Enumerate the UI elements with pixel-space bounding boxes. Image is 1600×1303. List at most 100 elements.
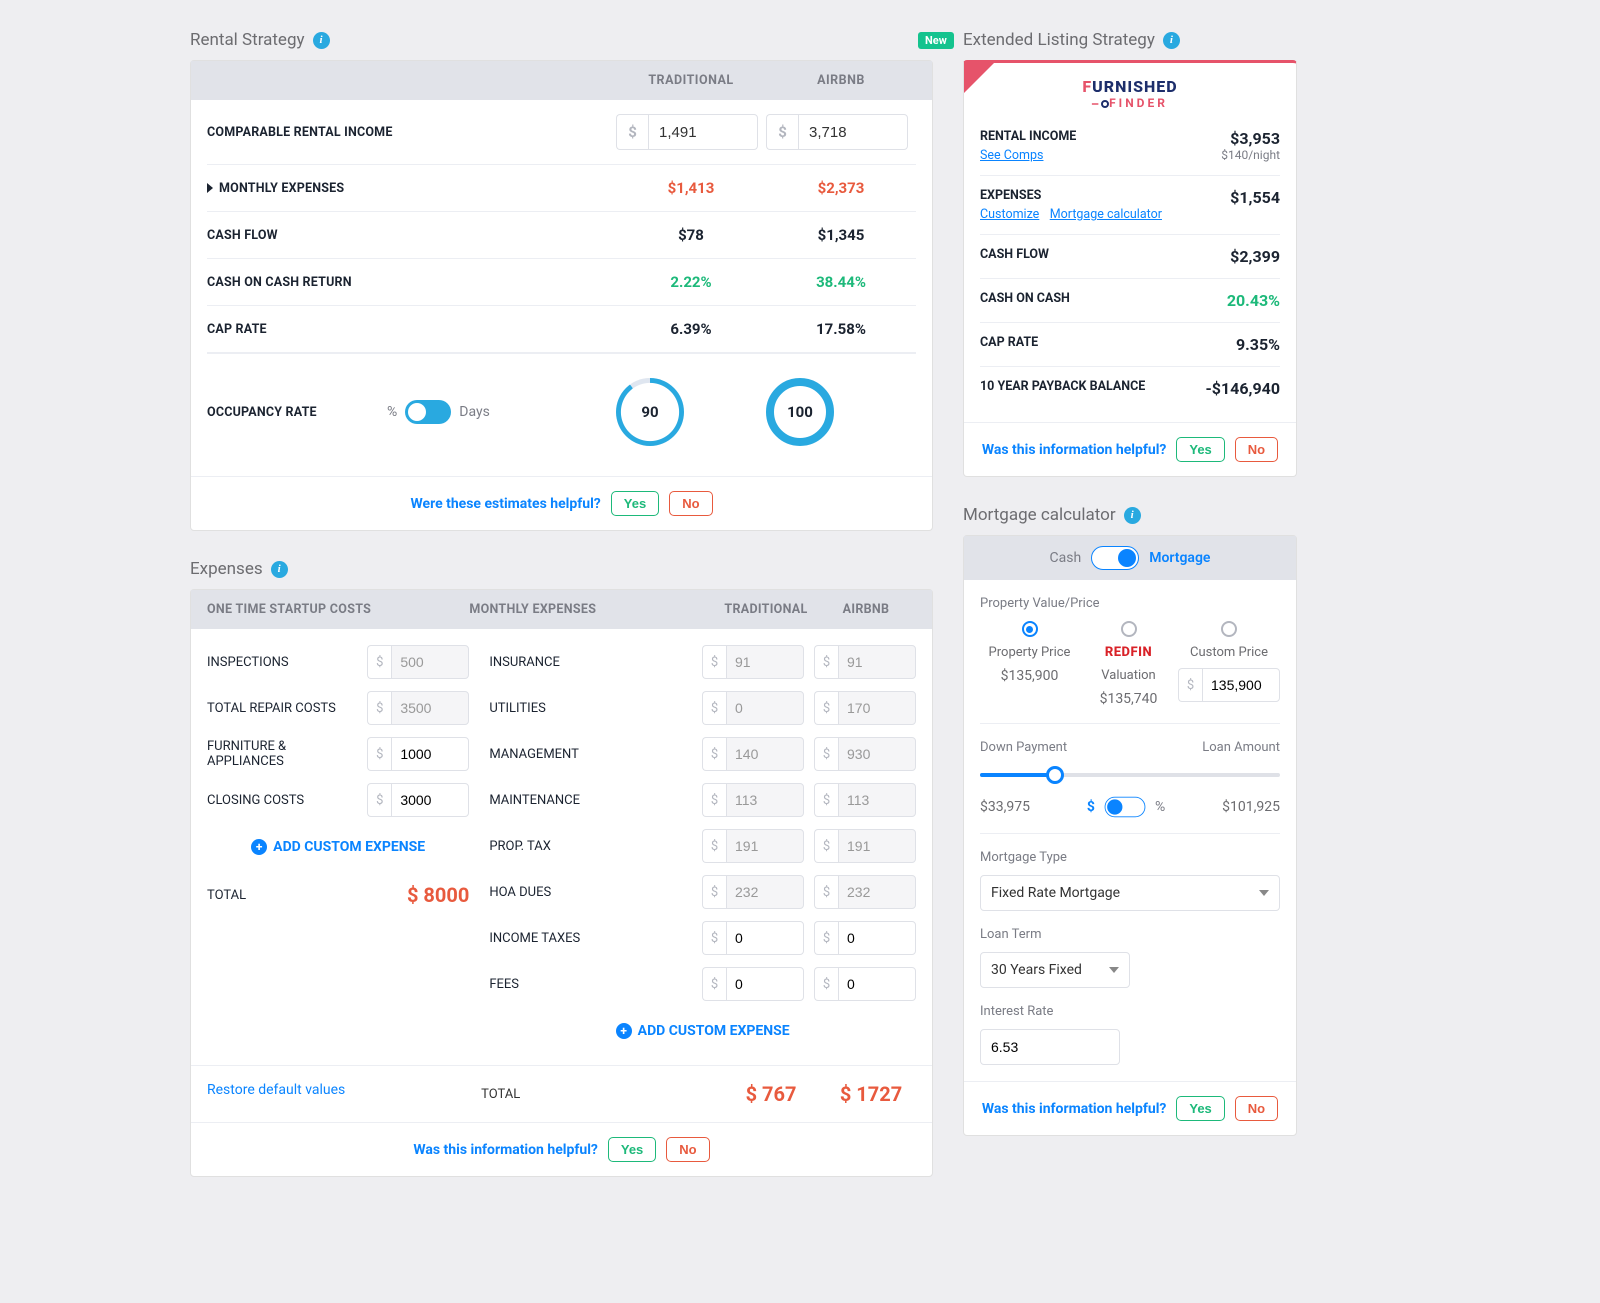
add-custom-expense-button[interactable]: +ADD CUSTOM EXPENSE xyxy=(489,1013,916,1049)
no-button[interactable]: No xyxy=(666,1137,709,1162)
row-value: -$146,940 xyxy=(1206,379,1281,398)
cash-option[interactable]: Cash xyxy=(1050,550,1082,566)
plus-icon: + xyxy=(251,839,267,855)
row-label: CASH ON CASH xyxy=(980,291,1070,310)
yes-button[interactable]: Yes xyxy=(1176,1096,1224,1121)
row-label: EXPENSES xyxy=(980,188,1162,203)
corner-decoration xyxy=(964,63,994,93)
cell: $1,413 xyxy=(616,179,766,197)
currency-prefix: $ xyxy=(702,737,726,771)
caret-right-icon xyxy=(207,183,213,193)
feedback-question: Was this information helpful? xyxy=(982,442,1167,458)
startup-item-input xyxy=(391,645,469,679)
monthly-item-label: INSURANCE xyxy=(489,655,692,670)
startup-item-input[interactable] xyxy=(391,783,469,817)
monthly-trad-input xyxy=(726,783,804,817)
dp-unit-toggle[interactable] xyxy=(1105,797,1146,817)
plus-icon: + xyxy=(616,1023,632,1039)
mortgage-type-select[interactable]: Fixed Rate Mortgage xyxy=(980,875,1280,911)
mortgage-type-value: Fixed Rate Mortgage xyxy=(991,885,1120,901)
furnished-finder-logo: FURNISHED xyxy=(964,77,1296,96)
row-label-expenses[interactable]: MONTHLY EXPENSES xyxy=(207,181,616,196)
info-icon[interactable]: i xyxy=(313,32,330,49)
mortgage-option[interactable]: Mortgage xyxy=(1149,550,1210,566)
yes-button[interactable]: Yes xyxy=(1176,437,1224,462)
cell: 38.44% xyxy=(766,273,916,291)
mortgage-calc-link[interactable]: Mortgage calculator xyxy=(1050,207,1162,222)
no-button[interactable]: No xyxy=(1235,1096,1278,1121)
info-icon[interactable]: i xyxy=(1163,32,1180,49)
info-icon[interactable]: i xyxy=(1124,507,1141,524)
expenses-card: ONE TIME STARTUP COSTS MONTHLY EXPENSES … xyxy=(190,589,933,1177)
currency-prefix: $ xyxy=(367,691,391,725)
currency-prefix: $ xyxy=(702,645,726,679)
traditional-income-input[interactable] xyxy=(648,114,758,150)
radio-label: Custom Price xyxy=(1190,645,1268,660)
monthly-trad-input xyxy=(726,691,804,725)
monthly-trad-input xyxy=(726,737,804,771)
unit-percent: % xyxy=(387,404,397,420)
restore-defaults-link[interactable]: Restore default values xyxy=(191,1066,465,1114)
radio-value: $135,740 xyxy=(1100,691,1158,707)
currency-prefix: $ xyxy=(702,783,726,817)
loan-term-select[interactable]: 30 Years Fixed xyxy=(980,952,1130,988)
extended-title: Extended Listing Strategy xyxy=(963,30,1155,50)
monthly-trad-input[interactable] xyxy=(726,967,804,1001)
feedback-question: Were these estimates helpful? xyxy=(410,496,600,512)
radio-label: Property Price xyxy=(989,645,1071,660)
startup-item-label: CLOSING COSTS xyxy=(207,793,357,808)
yes-button[interactable]: Yes xyxy=(608,1137,656,1162)
startup-item-label: FURNITURE & APPLIANCES xyxy=(207,739,357,769)
currency-prefix: $ xyxy=(702,829,726,863)
monthly-bnb-input xyxy=(838,645,916,679)
down-payment-slider[interactable] xyxy=(980,761,1280,789)
expenses-title: Expenses xyxy=(190,559,263,579)
currency-prefix: $ xyxy=(367,737,391,771)
yes-button[interactable]: Yes xyxy=(611,491,659,516)
monthly-trad-input[interactable] xyxy=(726,921,804,955)
airbnb-income-input[interactable] xyxy=(798,114,908,150)
radio-property-price[interactable] xyxy=(1022,621,1038,637)
monthly-bnb-input xyxy=(838,829,916,863)
startup-item-input[interactable] xyxy=(391,737,469,771)
cash-mortgage-toggle[interactable] xyxy=(1091,546,1139,570)
row-label: CAP RATE xyxy=(980,335,1038,354)
monthly-item-label: PROP. TAX xyxy=(489,839,692,854)
monthly-trad-input xyxy=(726,829,804,863)
rental-strategy-card: TRADITIONAL AIRBNB COMPARABLE RENTAL INC… xyxy=(190,60,933,531)
startup-item-input xyxy=(391,691,469,725)
add-custom-expense-button[interactable]: +ADD CUSTOM EXPENSE xyxy=(207,829,469,865)
monthly-bnb-input[interactable] xyxy=(838,967,916,1001)
row-subvalue: $140/night xyxy=(1221,148,1280,162)
interest-rate-input[interactable] xyxy=(980,1029,1120,1065)
occupancy-unit-toggle[interactable] xyxy=(405,400,451,424)
radio-redfin[interactable] xyxy=(1121,621,1137,637)
monthly-item-label: INCOME TAXES xyxy=(489,931,692,946)
no-button[interactable]: No xyxy=(1235,437,1278,462)
radio-value: $135,900 xyxy=(1001,668,1059,684)
occupancy-dial-traditional[interactable]: 90 xyxy=(616,378,684,446)
row-label: COMPARABLE RENTAL INCOME xyxy=(207,125,616,140)
no-button[interactable]: No xyxy=(669,491,712,516)
monthly-item-label: MAINTENANCE xyxy=(489,793,692,808)
radio-custom[interactable] xyxy=(1221,621,1237,637)
custom-price-input[interactable] xyxy=(1202,668,1280,702)
monthly-total-airbnb: $ 1727 xyxy=(826,1082,916,1106)
redfin-brand: REDFIN xyxy=(1105,645,1152,660)
monthly-item-label: FEES xyxy=(489,977,692,992)
row-value: $2,399 xyxy=(1230,247,1280,266)
currency-prefix: $ xyxy=(367,783,391,817)
monthly-bnb-input[interactable] xyxy=(838,921,916,955)
property-value-label: Property Value/Price xyxy=(980,596,1280,611)
occupancy-dial-airbnb[interactable]: 100 xyxy=(766,378,834,446)
caret-down-icon xyxy=(1259,890,1269,896)
row-label: CAP RATE xyxy=(207,322,616,337)
info-icon[interactable]: i xyxy=(271,561,288,578)
extended-card: FURNISHED ⎯FINDER RENTAL INCOME See Comp… xyxy=(963,60,1297,477)
monthly-bnb-input xyxy=(838,691,916,725)
see-comps-link[interactable]: See Comps xyxy=(980,148,1043,163)
row-value: 9.35% xyxy=(1236,335,1280,354)
currency-prefix: $ xyxy=(814,967,838,1001)
monthly-item-label: UTILITIES xyxy=(489,701,692,716)
customize-link[interactable]: Customize xyxy=(980,207,1039,222)
